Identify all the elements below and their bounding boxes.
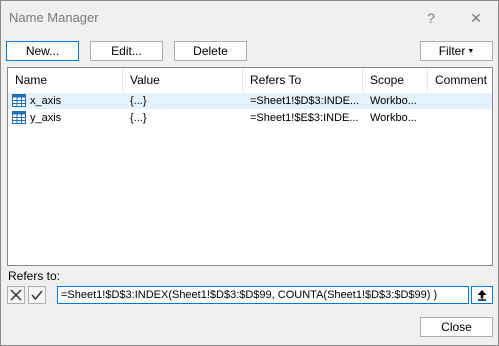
edit-button-label: Edit... (111, 44, 142, 58)
cancel-edit-button[interactable] (7, 286, 25, 304)
column-header-value[interactable]: Value (123, 68, 243, 92)
column-header-comment[interactable]: Comment (428, 68, 492, 92)
row-refers-to: =Sheet1!$D$3:INDE... (250, 95, 360, 107)
filter-button[interactable]: Filter ▼ (420, 41, 493, 61)
table-row[interactable]: x_axis {...} =Sheet1!$D$3:INDE... Workbo… (8, 93, 492, 109)
row-name: x_axis (30, 95, 62, 107)
close-button[interactable]: Close (420, 317, 493, 337)
collapse-dialog-button[interactable] (471, 286, 493, 304)
column-header-refers-to[interactable]: Refers To (243, 68, 363, 92)
filter-button-label: Filter (438, 44, 466, 58)
column-header-name[interactable]: Name (8, 68, 123, 92)
table-icon (12, 94, 26, 108)
confirm-edit-button[interactable] (28, 286, 46, 304)
new-button-label: New... (25, 44, 60, 58)
refers-to-label: Refers to: (8, 269, 61, 283)
close-window-button[interactable]: ✕ (463, 7, 489, 29)
dropdown-arrow-icon: ▼ (467, 47, 475, 55)
edit-button[interactable]: Edit... (90, 41, 163, 61)
row-refers-to: =Sheet1!$E$3:INDE... (250, 112, 359, 124)
row-value: {...} (130, 95, 147, 107)
close-button-label: Close (441, 320, 472, 334)
delete-button[interactable]: Delete (174, 41, 247, 61)
name-manager-dialog: Name Manager ? ✕ New... Edit... Delete F… (0, 0, 499, 346)
help-button[interactable]: ? (418, 7, 444, 29)
column-header-scope[interactable]: Scope (363, 68, 428, 92)
table-icon (12, 111, 26, 125)
row-value: {...} (130, 112, 147, 124)
close-icon: ✕ (470, 9, 482, 26)
names-list[interactable]: Name Value Refers To Scope Comment x_axi… (7, 67, 493, 266)
row-comment (435, 93, 492, 109)
row-name: y_axis (30, 112, 62, 124)
column-headers: Name Value Refers To Scope Comment (8, 68, 492, 92)
cancel-icon (10, 289, 22, 301)
row-scope: Workbo... (370, 95, 417, 107)
window-title: Name Manager (9, 10, 99, 25)
table-row[interactable]: y_axis {...} =Sheet1!$E$3:INDE... Workbo… (8, 110, 492, 126)
title-bar[interactable]: Name Manager ? ✕ (1, 1, 498, 33)
refers-to-input[interactable]: =Sheet1!$D$3:INDEX(Sheet1!$D$3:$D$99, CO… (57, 286, 469, 304)
row-comment (435, 110, 492, 126)
collapse-arrow-icon (477, 290, 487, 301)
help-icon: ? (427, 10, 435, 26)
new-button[interactable]: New... (6, 41, 79, 61)
delete-button-label: Delete (193, 44, 228, 58)
checkmark-icon (31, 290, 43, 301)
row-scope: Workbo... (370, 112, 417, 124)
